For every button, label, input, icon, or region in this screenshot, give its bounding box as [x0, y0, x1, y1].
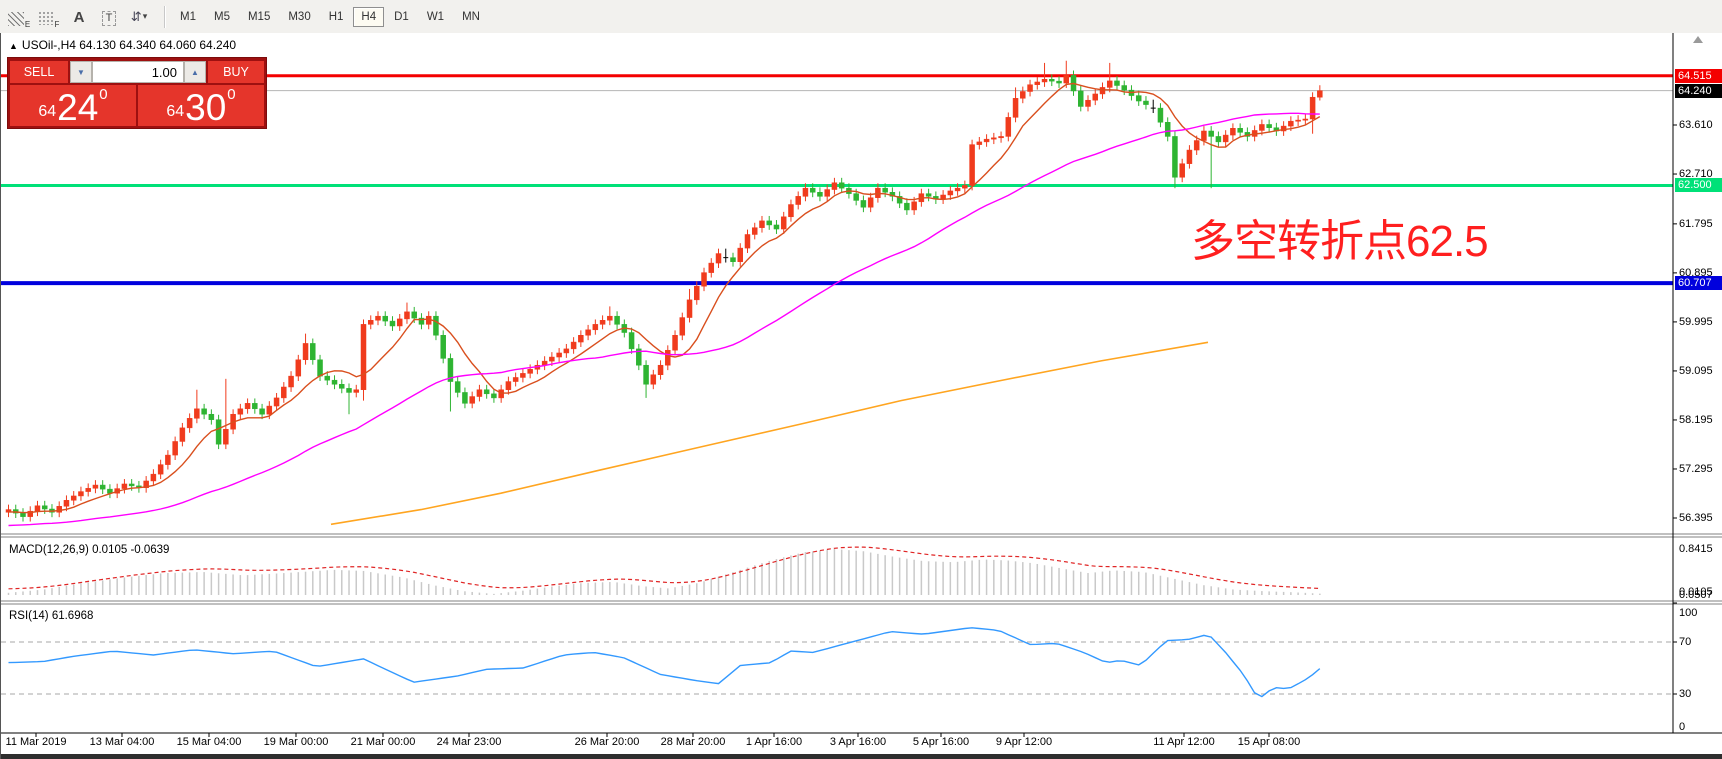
chart-shift-marker-icon[interactable] — [1693, 36, 1703, 43]
time-tick-label: 15 Apr 08:00 — [1238, 736, 1300, 748]
timeframe-button-h1[interactable]: H1 — [321, 7, 352, 27]
time-tick-label: 15 Mar 04:00 — [177, 736, 242, 748]
toolbar-separator — [164, 6, 165, 28]
pattern-tool-icon[interactable]: E — [6, 5, 32, 29]
buy-button[interactable]: BUY — [208, 61, 264, 83]
volume-decrease-button[interactable]: ▼ — [70, 61, 92, 83]
timeframe-button-w1[interactable]: W1 — [419, 7, 452, 27]
drawing-tools-group: EFAT⇵▾ — [4, 0, 154, 33]
price-tick-label: 59.095 — [1679, 365, 1713, 377]
price-badge-64.515: 64.515 — [1675, 69, 1722, 83]
price-tick-label: 58.195 — [1679, 414, 1713, 426]
symbol-triangle-icon: ▲ — [9, 41, 18, 51]
time-tick-label: 24 Mar 23:00 — [437, 736, 502, 748]
timeframe-bar: M1M5M15M30H1H4D1W1MN — [171, 7, 489, 27]
sell-price-pips: 24 — [57, 93, 98, 123]
buy-price-whole: 64 — [166, 104, 184, 120]
grid-tool-icon[interactable]: F — [36, 5, 62, 29]
timeframe-button-m15[interactable]: M15 — [240, 7, 278, 27]
timeframe-button-mn[interactable]: MN — [454, 7, 488, 27]
sell-price-point: 0 — [99, 87, 107, 102]
time-tick-label: 28 Mar 20:00 — [661, 736, 726, 748]
one-click-trading-panel: SELL ▼ ▲ BUY 64 24 0 64 30 0 — [7, 57, 267, 129]
volume-input[interactable] — [92, 61, 184, 83]
buy-price-button[interactable]: 64 30 0 — [138, 85, 264, 126]
rsi-scale-30: 30 — [1679, 688, 1691, 700]
buy-price-pips: 30 — [185, 93, 226, 123]
macd-scale-max: 0.8415 — [1679, 543, 1713, 555]
time-tick-label: 21 Mar 00:00 — [351, 736, 416, 748]
price-tick-label: 63.610 — [1679, 119, 1713, 131]
sell-price-button[interactable]: 64 24 0 — [10, 85, 136, 126]
time-tick-label: 11 Mar 2019 — [6, 736, 67, 748]
chart-window: ▲ USOil-,H4 64.130 64.340 64.060 64.240 S… — [0, 33, 1722, 759]
symbol-ohlc-text: USOil-,H4 64.130 64.340 64.060 64.240 — [22, 38, 236, 52]
toolbar: EFAT⇵▾ M1M5M15M30H1H4D1W1MN — [0, 0, 1722, 34]
time-tick-label: 26 Mar 20:00 — [575, 736, 640, 748]
mt4-terminal: EFAT⇵▾ M1M5M15M30H1H4D1W1MN ▲ USOil-,H4 6… — [0, 0, 1722, 759]
buy-price-point: 0 — [227, 87, 235, 102]
time-tick-label: 19 Mar 00:00 — [264, 736, 329, 748]
timeframe-button-h4[interactable]: H4 — [353, 7, 384, 27]
price-badge-64.240: 64.240 — [1675, 84, 1722, 98]
time-tick-label: 11 Apr 12:00 — [1153, 736, 1215, 748]
rsi-scale-0: 0 — [1679, 721, 1685, 733]
rsi-title: RSI(14) 61.6968 — [9, 610, 93, 622]
time-tick-label: 9 Apr 12:00 — [996, 736, 1052, 748]
time-tick-label: 1 Apr 16:00 — [746, 736, 802, 748]
chart-text-annotation: 多空转折点62.5 — [1191, 205, 1488, 269]
chart-canvas — [1, 33, 1722, 759]
price-tick-label: 56.395 — [1679, 512, 1713, 524]
timeframe-button-d1[interactable]: D1 — [386, 7, 417, 27]
timeframe-button-m30[interactable]: M30 — [280, 7, 318, 27]
time-tick-label: 13 Mar 04:00 — [90, 736, 155, 748]
price-badge-62.500: 62.500 — [1675, 178, 1722, 192]
rsi-scale-100: 100 — [1679, 607, 1697, 619]
volume-increase-button[interactable]: ▲ — [184, 61, 206, 83]
arrows-tool-icon[interactable]: ⇵▾ — [126, 5, 152, 29]
macd-scale-min: 0.0507 — [1679, 589, 1713, 601]
time-tick-label: 3 Apr 16:00 — [830, 736, 886, 748]
sell-button[interactable]: SELL — [10, 61, 68, 83]
macd-title: MACD(12,26,9) 0.0105 -0.0639 — [9, 544, 169, 556]
text-label-tool-icon[interactable]: A — [66, 5, 92, 29]
timeframe-button-m1[interactable]: M1 — [172, 7, 204, 27]
rsi-scale-70: 70 — [1679, 636, 1691, 648]
timeframe-button-m5[interactable]: M5 — [206, 7, 238, 27]
price-tick-label: 59.995 — [1679, 316, 1713, 328]
price-badge-60.707: 60.707 — [1675, 276, 1722, 290]
sell-price-whole: 64 — [38, 104, 56, 120]
text-box-tool-icon[interactable]: T — [96, 5, 122, 29]
price-tick-label: 61.795 — [1679, 218, 1713, 230]
price-tick-label: 57.295 — [1679, 463, 1713, 475]
time-tick-label: 5 Apr 16:00 — [913, 736, 969, 748]
symbol-ohlc-header: ▲ USOil-,H4 64.130 64.340 64.060 64.240 — [9, 38, 236, 52]
